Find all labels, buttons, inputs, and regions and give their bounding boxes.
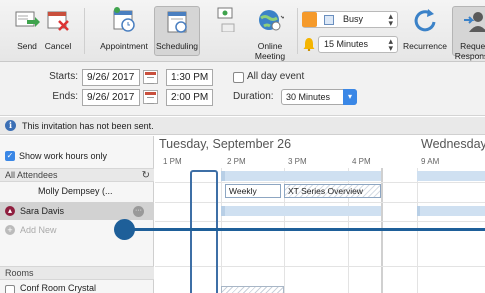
meeting-time-selection[interactable]: [190, 170, 218, 293]
scheduling-icon: [167, 11, 187, 33]
room-checkbox[interactable]: [5, 285, 15, 293]
drag-handle[interactable]: [114, 219, 135, 240]
start-date-field[interactable]: 9/26/ 2017: [82, 69, 140, 86]
attendee-name: Sara Davis: [20, 206, 65, 216]
online-meeting-button[interactable]: Online Meeting: [246, 0, 294, 62]
dropdown-arrow-icon: ▾: [343, 89, 357, 105]
free-busy-bar: [417, 206, 485, 216]
scheduling-button[interactable]: Scheduling: [154, 6, 200, 56]
duration-select[interactable]: 30 Minutes ▾: [281, 89, 357, 105]
online-meeting-line1: Online: [257, 41, 283, 51]
appointment-icon: [113, 7, 135, 32]
send-label: Send: [17, 41, 37, 51]
request-line2: Responses: [454, 51, 485, 61]
free-busy-bar: [221, 206, 381, 216]
room-name: Conf Room Crystal: [20, 283, 97, 293]
ribbon-toolbar: Send Cancel Appointment Scheduling Onlin…: [0, 0, 485, 62]
ribbon-separator: [84, 8, 85, 54]
start-time-field[interactable]: 1:30 PM: [166, 69, 213, 86]
globe-icon: [259, 10, 284, 31]
end-time-field[interactable]: 2:00 PM: [166, 89, 213, 106]
stepper-icon: ▴ ▾: [388, 36, 393, 53]
attendee-row-selected[interactable]: ▴ Sara Davis ···: [0, 202, 154, 220]
attendee-name: Molly Dempsey (...: [38, 186, 113, 196]
show-as-select[interactable]: Busy ▴ ▾: [302, 11, 398, 28]
show-work-hours-label: Show work hours only: [19, 151, 108, 161]
all-attendees-label: All Attendees: [5, 170, 58, 180]
ribbon-separator: [297, 8, 298, 54]
cancel-icon: [47, 11, 69, 31]
all-day-label: All day event: [247, 71, 305, 82]
hour-label: 4 PM: [352, 157, 371, 166]
end-date-field[interactable]: 9/26/ 2017: [82, 89, 140, 106]
recurrence-icon: [414, 9, 436, 32]
attendee-row[interactable]: Molly Dempsey (...: [0, 182, 154, 200]
online-meeting-line2: Meeting: [254, 51, 286, 61]
add-attendee-button[interactable]: [212, 0, 240, 62]
appointment-block[interactable]: XT Series Overview: [284, 184, 381, 198]
send-icon: [15, 11, 40, 27]
day-header: Wednesday: [421, 137, 485, 151]
recurrence-label: Recurrence: [403, 41, 447, 51]
free-busy-bar: [417, 206, 420, 216]
duration-label: Duration:: [233, 91, 274, 102]
scheduling-label: Scheduling: [155, 41, 199, 51]
hour-label: 2 PM: [227, 157, 246, 166]
request-responses-button[interactable]: Request Responses: [452, 6, 485, 61]
reminder-value: 15 Minutes: [324, 39, 369, 49]
cancel-label: Cancel: [44, 41, 72, 51]
duration-value: 30 Minutes: [286, 92, 331, 102]
room-busy-block: [221, 286, 284, 293]
show-as-value: Busy: [343, 14, 364, 24]
request-line1: Request: [460, 41, 485, 51]
free-busy-bar: [221, 171, 381, 181]
starts-label: Starts:: [49, 71, 78, 82]
stepper-icon: ▴ ▾: [388, 11, 393, 28]
info-icon: i: [5, 120, 16, 131]
busy-status-icon: [324, 15, 334, 25]
send-button[interactable]: Send: [14, 0, 40, 62]
rooms-header: Rooms: [0, 266, 154, 280]
cancel-button[interactable]: Cancel: [42, 0, 74, 62]
appointment-label: Appointment: [100, 41, 148, 51]
info-bar: i This invitation has not been sent.: [0, 117, 485, 135]
drag-guide-line: [124, 228, 485, 231]
free-busy-bar: [221, 206, 225, 216]
more-options-icon[interactable]: ···: [133, 206, 144, 217]
request-responses-icon: [464, 12, 485, 32]
room-row[interactable]: Conf Room Crystal: [0, 281, 154, 293]
free-busy-bar: [417, 171, 485, 181]
scheduling-grid[interactable]: Tuesday, September 26 Wednesday 1 PM 2 P…: [155, 136, 485, 293]
end-date-calendar-icon[interactable]: [143, 90, 158, 104]
checkbox-checked-icon[interactable]: ✓: [5, 151, 15, 161]
hour-label: 3 PM: [288, 157, 307, 166]
rooms-label: Rooms: [5, 268, 34, 278]
all-attendees-header: All Attendees ↻: [0, 168, 154, 182]
appointment-button[interactable]: Appointment: [95, 0, 153, 62]
hour-label: 1 PM: [163, 157, 182, 166]
day-header: Tuesday, September 26: [159, 137, 292, 151]
ends-label: Ends:: [52, 91, 78, 102]
refresh-icon[interactable]: ↻: [142, 170, 150, 182]
add-new-label: Add New: [20, 225, 57, 235]
online-meeting-label: Online Meeting: [246, 41, 294, 61]
appointment-block[interactable]: Weekly: [225, 184, 281, 198]
attendee-panel: ✓ Show work hours only All Attendees ↻ M…: [0, 136, 154, 293]
busy-status-swatch: [302, 12, 317, 27]
start-date-calendar-icon[interactable]: [143, 70, 158, 84]
people-icon: [217, 7, 235, 32]
hour-label: 9 AM: [421, 157, 440, 166]
request-responses-label: Request Responses: [453, 41, 485, 61]
add-icon: +: [5, 225, 15, 235]
recurrence-button[interactable]: Recurrence: [401, 0, 449, 62]
organizer-icon: ▴: [5, 206, 15, 216]
info-message: This invitation has not been sent.: [22, 121, 154, 131]
reminder-bell-icon: [303, 38, 315, 51]
free-busy-bar: [221, 171, 225, 181]
date-time-panel: Starts: 9/26/ 2017 1:30 PM All day event…: [0, 62, 485, 116]
all-day-checkbox[interactable]: [233, 72, 244, 83]
reminder-select[interactable]: 15 Minutes ▴ ▾: [318, 36, 398, 53]
